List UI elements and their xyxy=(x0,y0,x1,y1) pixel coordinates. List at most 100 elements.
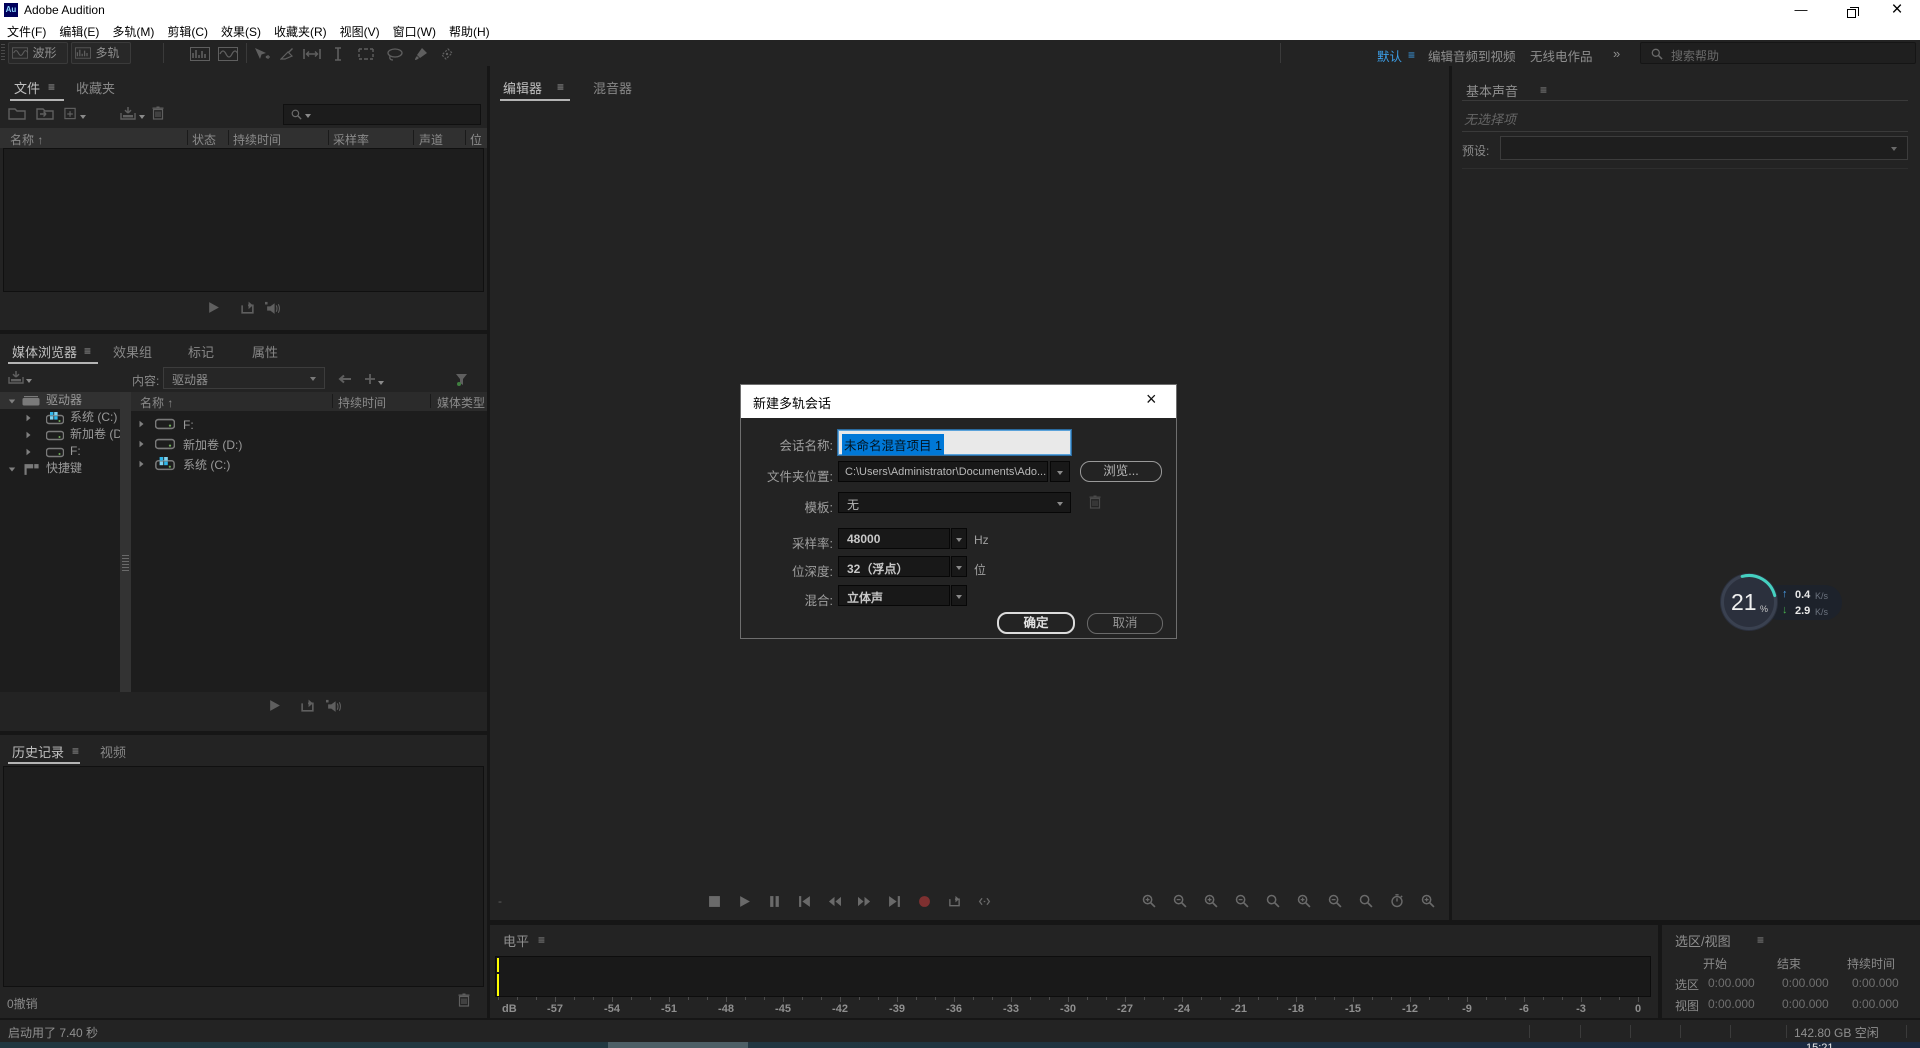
files-col-4[interactable]: 声道 xyxy=(419,131,443,148)
waveform-display-icon[interactable] xyxy=(218,47,238,61)
media-list-item-2[interactable]: 系统 (C:) xyxy=(131,454,487,474)
menu-view[interactable]: 视图(V) xyxy=(333,20,386,40)
browse-button[interactable]: 浏览... xyxy=(1080,461,1162,482)
bitdepth-dropdown[interactable]: 32（浮点） xyxy=(838,556,950,577)
workspace-overflow-icon[interactable]: » xyxy=(1613,46,1620,61)
cpu-percent-widget[interactable]: 21 % xyxy=(1720,573,1778,631)
tree-chevron-icon[interactable] xyxy=(27,415,31,421)
move-to-previous-icon[interactable] xyxy=(796,893,813,909)
restore-button[interactable] xyxy=(1836,0,1866,20)
tab-effects-rack[interactable]: 效果组 xyxy=(113,342,152,361)
bitdepth-dropdown-button[interactable] xyxy=(951,556,967,577)
zoom-in-horizontal-icon[interactable] xyxy=(1202,893,1219,909)
zoom-out-at-out-point-icon[interactable] xyxy=(1326,893,1343,909)
lasso-tool-icon[interactable] xyxy=(387,48,403,61)
media-col-2[interactable]: 媒体类型 xyxy=(437,394,485,411)
levels-panel-menu-icon[interactable]: ≡ xyxy=(538,933,545,947)
zoom-out-vertical-icon[interactable] xyxy=(1171,893,1188,909)
dialog-close-icon[interactable]: × xyxy=(1146,389,1157,410)
history-trash-icon[interactable] xyxy=(458,993,470,1007)
minimize-button[interactable]: — xyxy=(1786,0,1816,20)
list-chevron-icon[interactable] xyxy=(140,461,144,467)
menu-edit[interactable]: 编辑(E) xyxy=(52,20,105,40)
mix-dropdown[interactable]: 立体声 xyxy=(838,585,950,606)
files-panel-menu-icon[interactable]: ≡ xyxy=(48,80,55,94)
media-list-header[interactable]: 名称 ↑持续时间媒体类型 xyxy=(131,392,487,411)
session-name-input[interactable]: 未命名混音项目 1 xyxy=(838,430,1071,455)
workspace-menu-icon[interactable]: ≡ xyxy=(1408,48,1415,62)
folder-location-input[interactable]: C:\Users\Administrator\Documents\Ado... xyxy=(838,461,1048,482)
razor-tool-icon[interactable] xyxy=(280,47,294,60)
files-trash-icon[interactable] xyxy=(152,106,164,120)
timer-zoom-icon[interactable] xyxy=(1388,893,1405,909)
zoom-reset-icon[interactable] xyxy=(1264,893,1281,909)
zoom-to-selection-icon[interactable] xyxy=(1357,893,1374,909)
files-col-0[interactable]: 名称 ↑ xyxy=(10,131,43,148)
tab-files[interactable]: 文件 xyxy=(14,78,40,97)
tree-item-1[interactable]: 系统 (C:) xyxy=(0,409,120,426)
tab-mixer[interactable]: 混音器 xyxy=(593,78,632,97)
tab-history[interactable]: 历史记录 xyxy=(12,742,64,761)
files-col-2[interactable]: 持续时间 xyxy=(233,131,281,148)
close-button[interactable]: × xyxy=(1882,0,1912,20)
spot-heal-tool-icon[interactable] xyxy=(440,47,454,61)
media-play-icon[interactable] xyxy=(268,699,281,712)
files-loop-icon[interactable] xyxy=(240,301,255,315)
time-selection-tool-icon[interactable] xyxy=(333,47,343,61)
tab-selection-view[interactable]: 选区/视图 xyxy=(1675,931,1731,950)
menu-clip[interactable]: 剪辑(C) xyxy=(160,20,214,40)
tab-media-browser[interactable]: 媒体浏览器 xyxy=(12,342,77,361)
media-back-icon[interactable] xyxy=(337,374,351,384)
media-loop-icon[interactable] xyxy=(300,699,315,713)
zoom-in-at-in-point-icon[interactable] xyxy=(1295,893,1312,909)
zoom-full-icon[interactable] xyxy=(1419,893,1436,909)
slip-tool-icon[interactable] xyxy=(303,48,321,60)
workspace-tab-1[interactable]: 编辑音频到视频 xyxy=(1428,46,1516,65)
spectral-display-icon[interactable] xyxy=(190,47,210,61)
tab-levels[interactable]: 电平 xyxy=(503,931,529,950)
zoom-in-vertical-icon[interactable] xyxy=(1140,893,1157,909)
open-file-icon[interactable] xyxy=(8,107,26,120)
fast-forward-icon[interactable] xyxy=(856,893,873,909)
media-import-icon[interactable] xyxy=(8,371,24,384)
import-media-icon[interactable] xyxy=(120,107,136,120)
move-to-next-icon[interactable] xyxy=(886,893,903,909)
samplerate-input[interactable]: 48000 xyxy=(838,528,950,549)
essential-panel-menu-icon[interactable]: ≡ xyxy=(1540,83,1547,97)
editor-panel-menu-icon[interactable]: ≡ xyxy=(557,80,564,94)
workspace-tab-0[interactable]: 默认 xyxy=(1377,46,1402,65)
level-meter[interactable] xyxy=(495,956,1651,997)
marquee-tool-icon[interactable] xyxy=(358,48,374,60)
template-delete-icon[interactable] xyxy=(1089,495,1101,509)
history-panel-menu-icon[interactable]: ≡ xyxy=(72,744,79,758)
tab-essential-sound[interactable]: 基本声音 xyxy=(1466,81,1518,100)
skip-selection-icon[interactable] xyxy=(976,893,993,909)
media-col-1[interactable]: 持续时间 xyxy=(338,394,386,411)
tree-chevron-icon[interactable] xyxy=(9,468,15,472)
move-tool-icon[interactable] xyxy=(254,47,270,61)
tree-item-3[interactable]: F: xyxy=(0,443,120,460)
menu-effects[interactable]: 效果(S) xyxy=(214,20,267,40)
tree-chevron-icon[interactable] xyxy=(27,432,31,438)
menu-window[interactable]: 窗口(W) xyxy=(386,20,442,40)
zoom-out-horizontal-icon[interactable] xyxy=(1233,893,1250,909)
loop-playback-icon[interactable] xyxy=(946,893,963,909)
files-play-icon[interactable] xyxy=(207,301,220,314)
selview-panel-menu-icon[interactable]: ≡ xyxy=(1757,933,1764,947)
import-folder-icon[interactable] xyxy=(36,107,54,120)
menu-help[interactable]: 帮助(H) xyxy=(442,20,496,40)
template-dropdown[interactable]: 无 xyxy=(838,492,1071,513)
media-splitter[interactable] xyxy=(120,392,131,692)
record-icon[interactable] xyxy=(916,893,933,909)
toolbar-grip[interactable] xyxy=(1,44,5,62)
tab-video[interactable]: 视频 xyxy=(100,742,126,761)
play-icon[interactable] xyxy=(736,893,753,909)
menu-multitrack[interactable]: 多轨(M) xyxy=(105,20,160,40)
tree-item-0[interactable]: 驱动器 xyxy=(0,392,120,409)
media-autoplay-speaker-icon[interactable] xyxy=(326,699,342,713)
pause-icon[interactable] xyxy=(766,893,783,909)
files-col-5[interactable]: 位 xyxy=(470,131,482,148)
media-list-item-0[interactable]: F: xyxy=(131,414,487,434)
new-file-icon[interactable] xyxy=(64,107,77,120)
files-autoplay-speaker-icon[interactable] xyxy=(265,301,281,315)
